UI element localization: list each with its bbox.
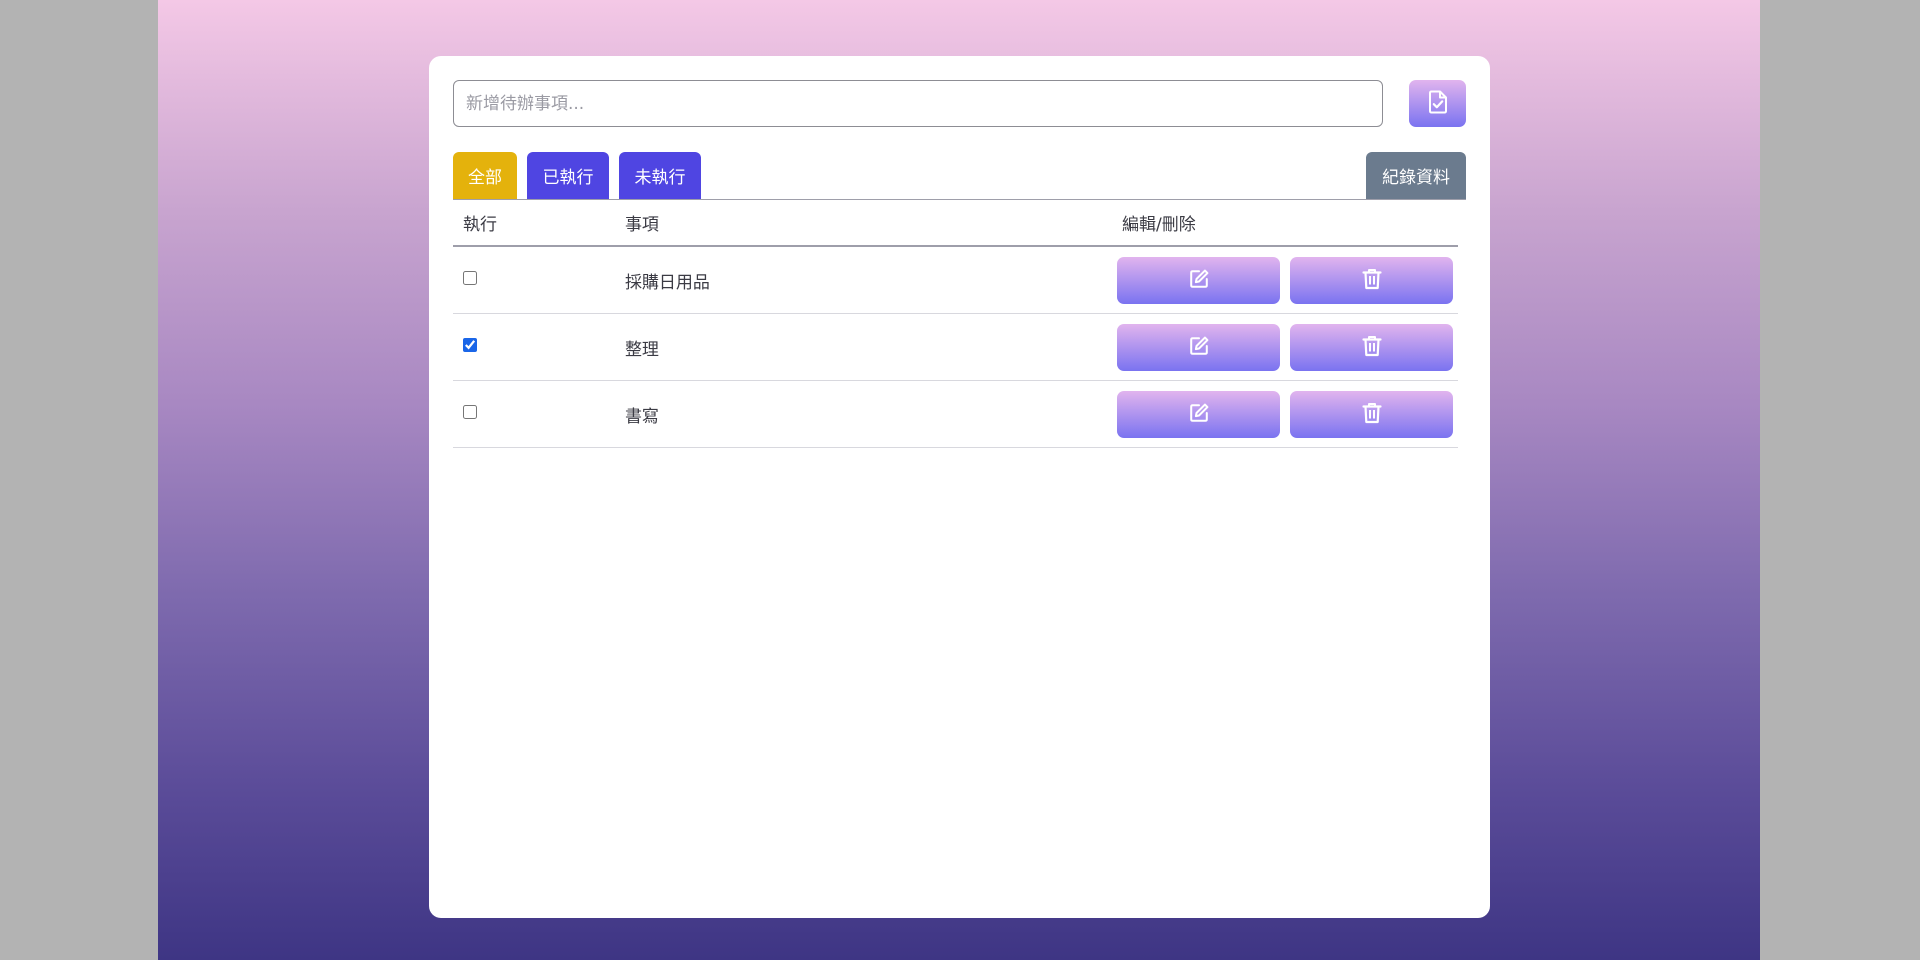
add-todo-row — [453, 80, 1466, 128]
edit-button[interactable] — [1117, 390, 1280, 438]
delete-button[interactable] — [1290, 323, 1453, 371]
record-data-button[interactable]: 紀錄資料 — [1366, 152, 1466, 199]
edit-icon — [1188, 335, 1210, 360]
table-header-row: 執行 事項 編輯/刪除 — [453, 200, 1458, 247]
tab-undone[interactable]: 未執行 — [619, 152, 701, 199]
table-row: 採購日用品 — [453, 246, 1458, 314]
delete-button[interactable] — [1290, 256, 1453, 304]
todo-card: 全部 已執行 未執行 紀錄資料 執行 事項 編輯/刪除 採購日用品 — [429, 56, 1490, 918]
todo-checkbox[interactable] — [463, 271, 477, 285]
todo-table: 執行 事項 編輯/刪除 採購日用品 整理 書寫 — [453, 200, 1458, 448]
edit-icon — [1188, 402, 1210, 427]
trash-icon — [1361, 335, 1382, 360]
row-actions — [1112, 246, 1458, 314]
todo-label: 整理 — [614, 313, 1112, 381]
todo-checkbox[interactable] — [463, 338, 477, 352]
edit-button[interactable] — [1117, 256, 1280, 304]
table-row: 整理 — [453, 313, 1458, 381]
edit-button[interactable] — [1117, 323, 1280, 371]
table-row: 書寫 — [453, 380, 1458, 448]
row-check-cell — [453, 380, 615, 448]
header-edit-delete: 編輯/刪除 — [1112, 200, 1458, 247]
row-actions — [1112, 313, 1458, 381]
edit-icon — [1188, 268, 1210, 293]
row-check-cell — [453, 246, 615, 314]
todo-label: 書寫 — [614, 380, 1112, 448]
tab-all[interactable]: 全部 — [453, 152, 517, 199]
row-check-cell — [453, 313, 615, 381]
header-item: 事項 — [614, 200, 1112, 247]
add-todo-button[interactable] — [1409, 80, 1466, 127]
filter-tabs: 全部 已執行 未執行 紀錄資料 — [453, 152, 1466, 200]
row-actions — [1112, 380, 1458, 448]
trash-icon — [1361, 268, 1382, 293]
delete-button[interactable] — [1290, 390, 1453, 438]
header-execute: 執行 — [453, 200, 615, 247]
new-todo-input[interactable] — [453, 80, 1383, 127]
todo-checkbox[interactable] — [463, 405, 477, 419]
tab-done[interactable]: 已執行 — [527, 152, 609, 199]
trash-icon — [1361, 402, 1382, 427]
todo-label: 採購日用品 — [614, 246, 1112, 314]
file-check-icon — [1427, 90, 1449, 117]
